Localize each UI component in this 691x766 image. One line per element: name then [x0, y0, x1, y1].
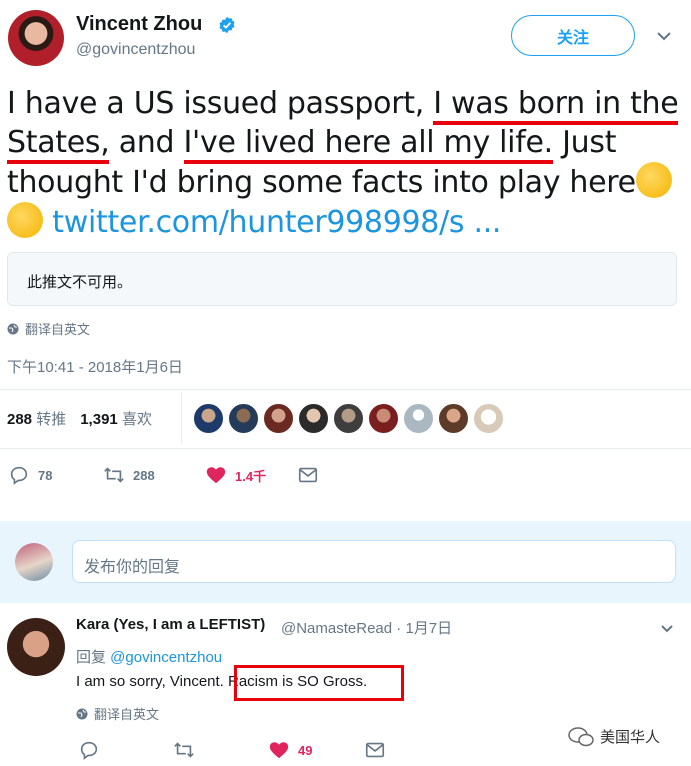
underlined-phrase: I was born in the [433, 86, 679, 125]
retweet-count: 288 [133, 467, 155, 483]
like-button[interactable]: 49 [268, 739, 364, 761]
reply-count: 78 [38, 467, 53, 483]
liker-avatar[interactable] [228, 403, 259, 434]
liker-avatars [193, 403, 504, 434]
tweet-link[interactable]: twitter.com/hunter998998/s ... [52, 205, 501, 240]
retweet-button[interactable]: 288 [103, 464, 205, 486]
reply-translate-link[interactable]: 翻译自英文 [76, 704, 159, 723]
follow-button[interactable]: 关注 [511, 15, 635, 56]
sweat-smile-emoji-icon [7, 202, 43, 238]
replying-to: 回复 @govincentzhou [76, 646, 222, 667]
liker-avatar[interactable] [438, 403, 469, 434]
envelope-icon [365, 742, 385, 758]
liker-avatar[interactable] [473, 403, 504, 434]
stats-separator [181, 393, 182, 443]
author-name[interactable]: Vincent Zhou [76, 13, 202, 36]
tweet-stats: 288 转推 1,391 喜欢 [7, 408, 152, 429]
divider [0, 448, 691, 449]
direct-message-button[interactable] [297, 464, 319, 486]
translate-link[interactable]: 翻译自英文 [7, 319, 90, 338]
current-user-avatar [15, 543, 53, 581]
reply-composer: 发布你的回复 [0, 521, 691, 603]
likes-stat[interactable]: 1,391 喜欢 [80, 408, 152, 429]
reply-author-meta[interactable]: @NamasteRead · 1月7日 [281, 617, 452, 638]
highlight-box [234, 665, 404, 701]
replying-to-prefix: 回复 [76, 649, 111, 666]
envelope-icon [298, 467, 318, 483]
tweet-text: I have a US issued passport, I was born … [7, 84, 687, 242]
chevron-down-icon[interactable] [660, 624, 674, 634]
reply-button[interactable]: 78 [8, 464, 103, 486]
tweet-timestamp[interactable]: 下午10:41 - 2018年1月6日 [7, 356, 183, 377]
reply-icon [10, 466, 28, 485]
liker-avatar[interactable] [263, 403, 294, 434]
translate-label: 翻译自英文 [25, 322, 91, 337]
underlined-phrase: I've lived here all my life. [183, 125, 553, 164]
underlined-phrase: States, [7, 125, 110, 164]
wechat-icon [568, 726, 594, 746]
reply-author-name[interactable]: Kara (Yes, I am a LEFTIST) [76, 616, 265, 633]
replying-to-handle[interactable]: @govincentzhou [110, 649, 222, 666]
tweet-action-bar: 78 288 1.4千 [8, 464, 319, 486]
author-handle[interactable]: @govincentzhou [76, 41, 195, 59]
reply-icon [80, 741, 98, 760]
reply-button[interactable] [78, 739, 173, 761]
like-count: 1.4千 [235, 468, 267, 484]
watermark-text: 美国华人 [600, 729, 661, 746]
tweet-text-part: I have a US issued passport, [7, 86, 434, 121]
translate-label: 翻译自英文 [94, 707, 160, 722]
likes-label: 喜欢 [121, 411, 152, 428]
heart-icon [269, 742, 289, 759]
watermark: 美国华人 [568, 726, 660, 747]
tweet-text-part: and [109, 125, 184, 160]
tweet-header: Vincent Zhou @govincentzhou 关注 [0, 0, 691, 80]
thinking-face-emoji-icon [635, 162, 672, 198]
liker-avatar[interactable] [403, 403, 434, 434]
quoted-tweet-unavailable: 此推文不可用。 [7, 252, 677, 306]
like-count: 49 [298, 742, 313, 758]
reply-author-avatar[interactable] [7, 618, 65, 676]
verified-badge-icon [219, 16, 235, 34]
divider [0, 389, 691, 390]
retweet-button[interactable] [173, 739, 268, 761]
author-avatar[interactable] [8, 10, 64, 66]
reply-action-bar: 49 [78, 739, 386, 761]
heart-icon [206, 467, 226, 484]
likes-count: 1,391 [80, 411, 118, 428]
liker-avatar[interactable] [298, 403, 329, 434]
globe-icon [7, 323, 19, 334]
retweet-icon [104, 467, 124, 483]
reply-input[interactable]: 发布你的回复 [72, 540, 676, 583]
liker-avatar[interactable] [333, 403, 364, 434]
liker-avatar[interactable] [368, 403, 399, 434]
chevron-down-icon[interactable] [656, 30, 672, 42]
direct-message-button[interactable] [364, 739, 386, 761]
retweet-icon [174, 742, 194, 758]
retweets-stat[interactable]: 288 转推 [7, 408, 66, 429]
retweets-label: 转推 [36, 411, 67, 428]
liker-avatar[interactable] [193, 403, 224, 434]
globe-icon [76, 708, 88, 719]
like-button[interactable]: 1.4千 [205, 464, 297, 486]
retweets-count: 288 [7, 411, 33, 428]
